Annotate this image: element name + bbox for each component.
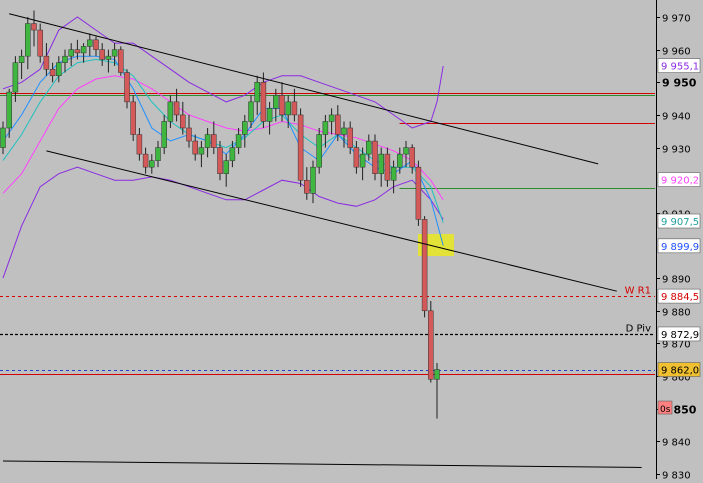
- candle-body-6: [37, 29, 43, 57]
- y-tick-label-2: 9 950: [662, 77, 697, 90]
- y-tick-label-11: 9 840: [662, 438, 691, 449]
- price-tag-label-5: 9 872,9: [661, 330, 699, 341]
- timer-tag-label: 0s: [660, 405, 671, 415]
- candle-body-10: [62, 55, 68, 63]
- candle-body-52: [322, 121, 329, 135]
- candle-body-15: [93, 39, 99, 50]
- candle-body-53: [328, 114, 335, 122]
- candle-body-66: [409, 147, 415, 168]
- candle-body-13: [80, 46, 87, 54]
- candle-body-67: [415, 166, 422, 220]
- candle-body-3: [18, 55, 25, 63]
- chart-background: [0, 0, 703, 479]
- candle-body-55: [341, 127, 347, 135]
- candle-body-35: [217, 147, 223, 174]
- candle-body-30: [186, 127, 192, 142]
- price-tag-label-6: 9 862,0: [661, 366, 699, 377]
- candle-body-5: [31, 23, 37, 31]
- candle-body-43: [266, 108, 273, 122]
- candle-body-54: [335, 114, 341, 135]
- candle-body-70: [434, 369, 440, 380]
- candle-body-44: [273, 95, 279, 109]
- candle-body-45: [279, 95, 285, 116]
- candle-body-32: [198, 147, 205, 155]
- candle-body-34: [211, 134, 217, 148]
- candle-body-56: [347, 127, 353, 148]
- candle-body-46: [285, 101, 291, 116]
- candle-body-49: [304, 179, 310, 194]
- candle-body-14: [87, 39, 93, 47]
- candle-body-48: [297, 114, 304, 181]
- candle-body-12: [74, 49, 81, 54]
- candle-body-61: [378, 153, 384, 174]
- candle-body-50: [310, 166, 316, 194]
- candle-body-0: [0, 127, 6, 148]
- candle-body-57: [353, 147, 360, 168]
- candle-body-11: [68, 49, 74, 57]
- y-tick-label-6: 9 890: [662, 275, 691, 286]
- candle-body-63: [390, 166, 397, 181]
- y-tick-label-0: 9 970: [662, 14, 691, 25]
- candle-body-60: [372, 140, 378, 174]
- candle-body-51: [316, 134, 322, 168]
- price-tag-label-2: 9 907,5: [661, 217, 699, 228]
- candle-body-1: [6, 91, 12, 129]
- candle-body-39: [242, 121, 248, 135]
- price-chart: W R1D Piv 9 9709 9609 9509 9409 9309 910…: [0, 0, 703, 482]
- candle-body-40: [248, 101, 254, 122]
- candle-body-68: [421, 219, 428, 312]
- price-tag-label-3: 9 899,9: [661, 242, 699, 253]
- candle-body-31: [192, 140, 198, 155]
- price-tag-label-0: 9 955,1: [661, 62, 699, 73]
- candle-body-26: [161, 121, 167, 148]
- candle-body-17: [105, 55, 112, 60]
- candle-body-41: [254, 82, 260, 103]
- candle-body-23: [142, 153, 149, 168]
- price-tag-label-4: 9 884,5: [661, 292, 699, 303]
- candle-body-16: [99, 49, 105, 60]
- candle-body-33: [204, 134, 211, 148]
- candle-body-24: [149, 160, 155, 168]
- candle-body-4: [25, 23, 31, 57]
- candle-body-29: [180, 114, 186, 129]
- y-tick-label-4: 9 930: [662, 145, 691, 156]
- candle-body-21: [130, 101, 136, 135]
- candle-body-42: [260, 82, 267, 122]
- candle-body-19: [118, 49, 124, 73]
- candle-body-28: [173, 101, 180, 116]
- level-label-5: D Piv: [626, 324, 651, 335]
- candle-body-59: [366, 140, 372, 155]
- candle-body-64: [397, 153, 403, 168]
- candle-body-58: [359, 153, 366, 168]
- chart-area: W R1D Piv 9 9709 9609 9509 9409 9309 910…: [0, 0, 703, 482]
- candle-body-8: [49, 68, 56, 77]
- candle-body-9: [56, 62, 62, 77]
- y-tick-label-7: 9 880: [662, 308, 691, 319]
- candle-body-2: [12, 62, 19, 93]
- y-tick-label-12: 9 830: [662, 471, 691, 480]
- candle-body-62: [384, 153, 391, 181]
- candle-body-36: [223, 160, 229, 174]
- candle-body-47: [291, 101, 298, 116]
- candle-body-25: [155, 147, 161, 161]
- candle-body-22: [136, 134, 143, 155]
- candle-body-65: [403, 147, 409, 155]
- candle-body-7: [43, 55, 50, 70]
- candle-body-20: [124, 72, 130, 103]
- candle-body-69: [428, 310, 434, 380]
- level-label-4: W R1: [625, 286, 651, 297]
- candle-body-27: [167, 101, 174, 122]
- y-tick-label-3: 9 940: [662, 112, 691, 123]
- candle-body-37: [229, 147, 236, 161]
- candle-body-38: [235, 134, 242, 148]
- candle-body-18: [111, 49, 118, 57]
- y-tick-label-1: 9 960: [662, 47, 691, 58]
- price-tag-label-1: 9 920,2: [661, 176, 699, 187]
